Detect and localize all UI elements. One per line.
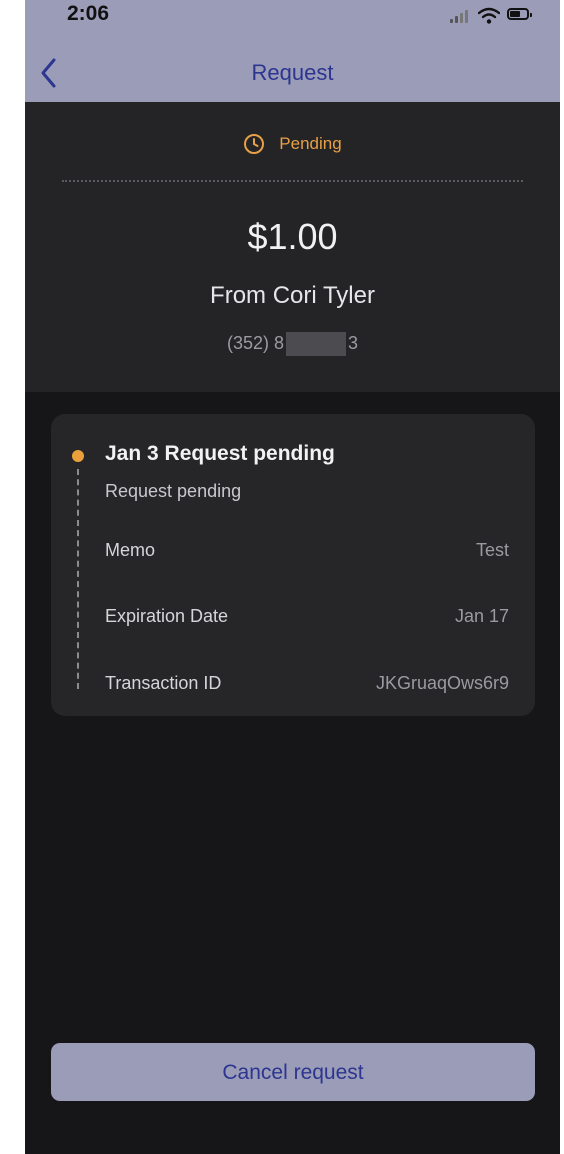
battery-icon xyxy=(507,8,532,20)
event-subtitle: Request pending xyxy=(105,481,242,501)
status-indicator: Pending xyxy=(25,132,560,156)
memo-label: Memo xyxy=(105,540,156,560)
phone-suffix: 3 xyxy=(348,332,359,353)
expiration-row: Expiration Date Jan 17 xyxy=(105,606,509,632)
signal-icon xyxy=(450,9,472,23)
event-title: Jan 3 Request pending xyxy=(105,442,335,465)
timeline-dot xyxy=(72,450,84,462)
redacted-block xyxy=(286,332,347,356)
amount: $1.00 xyxy=(247,216,338,257)
status-icons xyxy=(450,4,540,28)
dotted-divider xyxy=(62,180,523,182)
transaction-id-row: Transaction ID JKGruaqOws6r9 xyxy=(105,673,509,699)
wifi-icon xyxy=(478,7,500,24)
status-label: Pending xyxy=(279,134,342,153)
memo-value: Test xyxy=(475,540,509,560)
transaction-id-label: Transaction ID xyxy=(105,673,222,693)
clock-icon xyxy=(244,134,265,154)
expiration-value: Jan 17 xyxy=(454,606,509,626)
sender-phone: (352) 8 3 xyxy=(25,332,560,356)
request-summary: Pending $1.00 From Cori Tyler (352) 8 3 xyxy=(25,102,560,392)
header: 2:06 Request xyxy=(25,0,560,102)
request-details-card: Jan 3 Request pending Request pending Me… xyxy=(51,414,535,716)
timeline-line xyxy=(77,469,79,689)
status-time: 2:06 xyxy=(67,2,110,25)
phone-prefix: (352) 8 xyxy=(226,332,285,353)
transaction-id-value: JKGruaqOws6r9 xyxy=(375,673,509,693)
app-screen: 2:06 Request Pending $1.00 From Cori Tyl… xyxy=(25,0,560,1154)
memo-row: Memo Test xyxy=(105,540,509,566)
expiration-label: Expiration Date xyxy=(105,606,229,626)
sender-name: From Cori Tyler xyxy=(210,282,375,309)
page-title: Request xyxy=(251,60,334,85)
cancel-request-button[interactable]: Cancel request xyxy=(51,1043,535,1101)
